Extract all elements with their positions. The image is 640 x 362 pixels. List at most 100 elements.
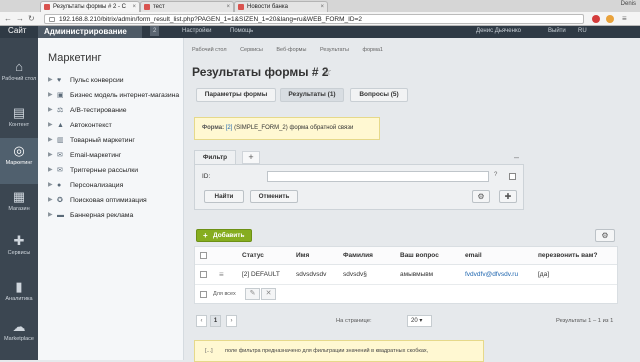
add-button[interactable]: + Добавить xyxy=(196,229,252,242)
breadcrumb-item[interactable]: Сервисы xyxy=(240,47,263,53)
user-name[interactable]: Денис Дьяченко xyxy=(476,26,521,36)
results-count: Результаты 1 – 1 из 1 xyxy=(556,318,614,324)
filter-add-field-icon[interactable]: ✚ xyxy=(499,190,517,203)
close-tab-icon[interactable]: × xyxy=(320,2,324,12)
next-page-icon[interactable]: › xyxy=(226,315,237,327)
admin-link[interactable]: Администрирование xyxy=(38,26,142,38)
shop-icon: ▦ xyxy=(12,189,26,204)
browser-tab-test[interactable]: тест × xyxy=(140,1,234,12)
grid-settings-gear-icon[interactable]: ⚙ xyxy=(595,229,615,242)
per-page-select[interactable]: 20 ▾ xyxy=(407,315,432,327)
sidebar-item-autocontext[interactable]: ▶ ▲ Автоконтекст xyxy=(46,118,184,133)
form-id-link[interactable]: [2] xyxy=(226,125,233,131)
row-checkbox[interactable] xyxy=(200,271,207,278)
breadcrumb-item[interactable]: Рабочий стол xyxy=(192,47,227,53)
close-tab-icon[interactable]: × xyxy=(132,2,136,12)
settings-link[interactable]: Настройки xyxy=(182,26,211,36)
table-row[interactable]: ≡ [2] DEFAULT sdvsdvsdv sdvsdv§ амывмывм… xyxy=(195,265,617,285)
filter-hint-note: [...] поле фильтра предназначено для фил… xyxy=(194,340,484,362)
for-all-checkbox[interactable] xyxy=(200,291,207,298)
scales-icon: ⚖ xyxy=(57,107,64,114)
help-link[interactable]: Помощь xyxy=(230,26,253,36)
sidebar-item-banner-ads[interactable]: ▶ ▬ Баннерная реклама xyxy=(46,208,184,223)
row-actions-menu-icon[interactable]: ≡ xyxy=(219,271,224,279)
expand-arrow-icon[interactable]: ▶ xyxy=(48,118,53,133)
favorite-star-icon[interactable]: ☆ xyxy=(322,65,332,78)
tab-form-params[interactable]: Параметры формы xyxy=(196,88,276,102)
find-button[interactable]: Найти xyxy=(204,190,244,203)
sidebar-item-seo[interactable]: ▶ ✪ Поисковая оптимизация xyxy=(46,193,184,208)
sidebar-item-personalization[interactable]: ▶ ● Персонализация xyxy=(46,178,184,193)
breadcrumb-item[interactable]: Результаты xyxy=(320,47,349,53)
sidebar-item-email-marketing[interactable]: ▶ ✉ Email-маркетинг xyxy=(46,148,184,163)
for-all-label: Для всех xyxy=(213,291,236,297)
browser-user[interactable]: Denis xyxy=(621,1,636,7)
expand-arrow-icon[interactable]: ▶ xyxy=(48,208,53,223)
tab-questions[interactable]: Вопросы (5) xyxy=(350,88,408,102)
cancel-button[interactable]: Отменить xyxy=(250,190,298,203)
close-tab-icon[interactable]: × xyxy=(226,2,230,12)
sidebar-item-business-model[interactable]: ▶ ▣ Бизнес модель интернет-магазина xyxy=(46,88,184,103)
browser-tab-news[interactable]: Новости банка × xyxy=(234,1,328,12)
prev-page-icon[interactable]: ‹ xyxy=(196,315,207,327)
extension-icon[interactable] xyxy=(606,15,614,23)
product-icon: ▥ xyxy=(57,137,64,144)
cell-email[interactable]: fvdvdfv@dfvsdv.ru xyxy=(465,271,518,278)
add-filter-icon[interactable]: + xyxy=(242,151,260,164)
breadcrumb-item[interactable]: форма1 xyxy=(362,47,383,53)
person-icon: ● xyxy=(57,182,62,189)
expand-arrow-icon[interactable]: ▶ xyxy=(48,73,53,88)
menu-icon[interactable]: ≡ xyxy=(622,15,627,23)
page-number[interactable]: 1 xyxy=(210,315,221,327)
expand-arrow-icon[interactable]: ▶ xyxy=(48,133,53,148)
collapse-filter-icon[interactable]: – xyxy=(514,152,519,162)
rail-desktop[interactable]: ⌂ Рабочий стол xyxy=(0,54,38,100)
site-link[interactable]: Сайт xyxy=(8,26,26,36)
help-icon[interactable]: ? xyxy=(494,172,497,178)
language-switch[interactable]: RU xyxy=(578,26,587,36)
logout-link[interactable]: Выйти xyxy=(548,26,566,36)
browser-tab-results[interactable]: Результаты формы # 2 - C × xyxy=(40,1,140,12)
filter-tab[interactable]: Фильтр xyxy=(194,150,236,164)
notification-badge[interactable]: 2 xyxy=(150,26,160,36)
expand-arrow-icon[interactable]: ▶ xyxy=(48,178,53,193)
expand-arrow-icon[interactable]: ▶ xyxy=(48,148,53,163)
hint-text: поле фильтра предназначено для фильтраци… xyxy=(225,348,429,354)
expand-arrow-icon[interactable]: ▶ xyxy=(48,103,53,118)
forward-icon[interactable]: → xyxy=(16,15,24,23)
section-sidebar: Маркетинг ▶ ♥ Пульс конверсии ▶ ▣ Бизнес мод… xyxy=(38,38,184,360)
rail-services[interactable]: ✚ Сервисы xyxy=(0,228,38,274)
rail-marketing[interactable]: ◎ Маркетинг xyxy=(0,138,38,184)
back-icon[interactable]: ← xyxy=(4,15,12,23)
sidebar-item-product-marketing[interactable]: ▶ ▥ Товарный маркетинг xyxy=(46,133,184,148)
select-all-checkbox[interactable] xyxy=(200,252,207,259)
rail-marketplace[interactable]: ☁ Marketplace xyxy=(0,314,38,360)
browser-chrome: Результаты формы # 2 - C × тест × Новости … xyxy=(0,0,640,26)
form-description: (SIMPLE_FORM_2) форма обратной связи xyxy=(234,125,354,131)
col-callback[interactable]: перезвонить вам? xyxy=(538,252,597,259)
rail-shop[interactable]: ▦ Магазин xyxy=(0,184,38,230)
tab-results[interactable]: Результаты (1) xyxy=(280,88,344,102)
delete-x-icon[interactable]: ✕ xyxy=(261,288,276,300)
col-status[interactable]: Статус xyxy=(242,252,264,259)
breadcrumb-item[interactable]: Веб-формы xyxy=(276,47,306,53)
page-title: Результаты формы # 2 xyxy=(192,65,329,79)
expand-arrow-icon[interactable]: ▶ xyxy=(48,163,53,178)
filter-checkbox[interactable] xyxy=(509,173,516,180)
filter-settings-gear-icon[interactable]: ⚙ xyxy=(472,190,490,203)
expand-arrow-icon[interactable]: ▶ xyxy=(48,193,53,208)
sidebar-item-conversion[interactable]: ▶ ♥ Пульс конверсии xyxy=(46,73,184,88)
edit-pencil-icon[interactable]: ✎ xyxy=(245,288,260,300)
url-field[interactable]: 192.168.8.210/bitrix/admin/form_result_l… xyxy=(44,14,584,24)
hint-tag: [...] xyxy=(205,348,213,354)
reload-icon[interactable]: ↻ xyxy=(28,15,35,23)
col-name[interactable]: Имя xyxy=(296,252,309,259)
col-surname[interactable]: Фамилия xyxy=(343,252,373,259)
id-input[interactable] xyxy=(267,171,489,182)
col-question[interactable]: Ваш вопрос xyxy=(400,252,439,259)
extension-icon[interactable] xyxy=(592,15,600,23)
sidebar-item-ab-testing[interactable]: ▶ ⚖ A/B-тестирование xyxy=(46,103,184,118)
expand-arrow-icon[interactable]: ▶ xyxy=(48,88,53,103)
sidebar-item-trigger-mailings[interactable]: ▶ ✉ Триггерные рассылки xyxy=(46,163,184,178)
col-email[interactable]: email xyxy=(465,252,482,259)
